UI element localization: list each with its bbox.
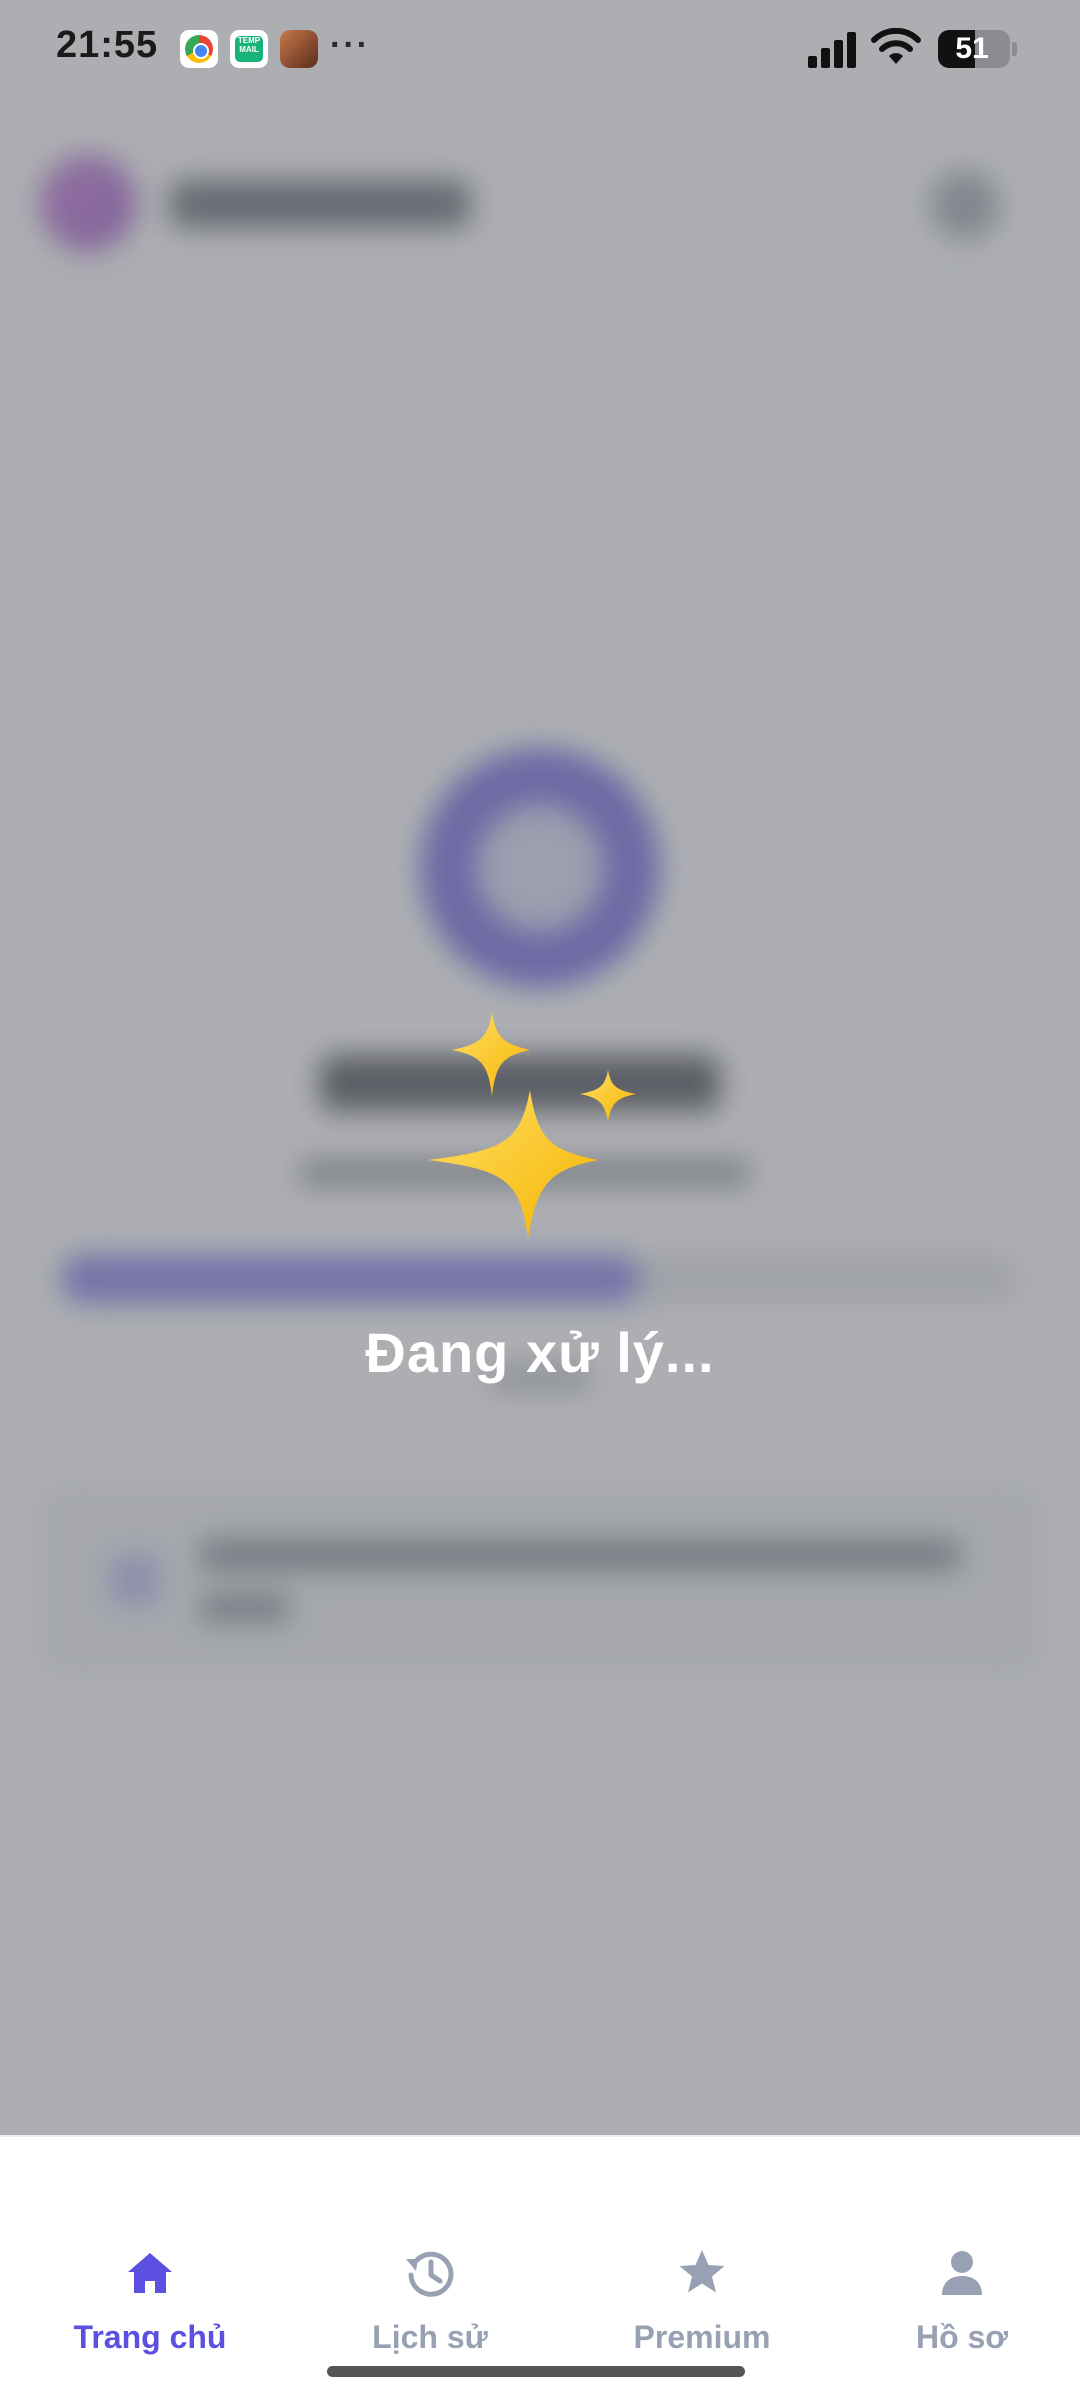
history-icon — [406, 2251, 454, 2297]
battery-icon: 51 — [938, 30, 1010, 68]
temp-mail-icon: TEMP MAIL — [230, 30, 268, 68]
processing-message: Đang xử lý... — [365, 1321, 715, 1384]
tab-history-label: Lịch sử — [372, 2319, 488, 2355]
home-icon — [128, 2253, 172, 2293]
sparkles-icon — [428, 1012, 636, 1238]
cellular-signal-icon — [808, 30, 858, 68]
tab-history[interactable]: Lịch sử — [310, 2245, 550, 2375]
processing-indicator: Đang xử lý... — [0, 1000, 1080, 1420]
tab-profile-label: Hồ sơ — [915, 2319, 1009, 2355]
tab-home-label: Trang chủ — [73, 2319, 227, 2355]
tab-premium[interactable]: Premium — [582, 2245, 822, 2375]
status-bar: 21:55 TEMP MAIL ··· 51 — [0, 0, 1080, 100]
home-indicator[interactable] — [327, 2366, 745, 2377]
game-icon — [280, 30, 318, 68]
wifi-icon — [871, 28, 921, 64]
tab-home[interactable]: Trang chủ — [30, 2245, 270, 2375]
status-time: 21:55 — [56, 24, 159, 66]
chrome-icon — [180, 30, 218, 68]
person-icon — [942, 2251, 982, 2295]
more-notifications-icon: ··· — [330, 26, 370, 64]
battery-tip — [1012, 42, 1017, 56]
tab-premium-label: Premium — [633, 2319, 771, 2355]
temp-mail-icon-label: TEMP MAIL — [235, 36, 263, 62]
tab-profile[interactable]: Hồ sơ — [842, 2245, 1080, 2375]
battery-level: 51 — [955, 32, 989, 65]
star-icon — [679, 2250, 725, 2293]
